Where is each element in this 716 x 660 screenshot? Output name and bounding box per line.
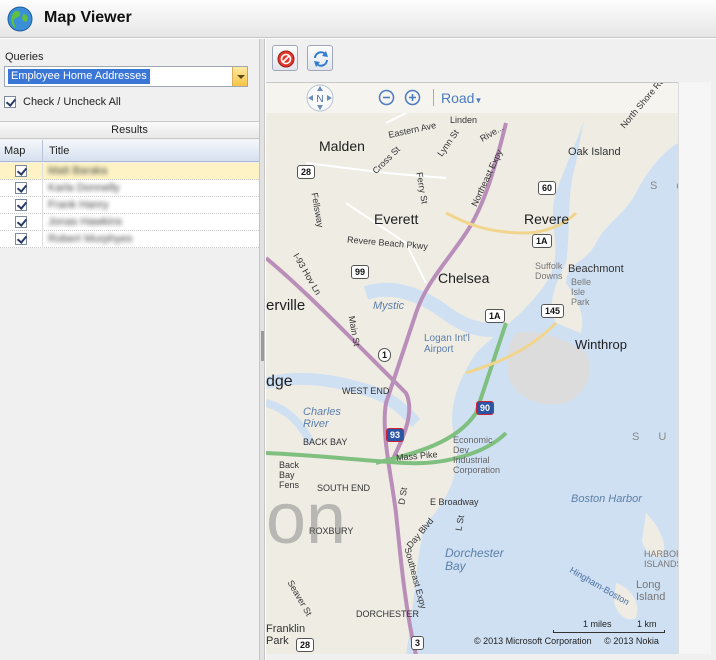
interstate-shield: 90 xyxy=(476,401,495,415)
map-side-strip xyxy=(678,82,711,654)
map-watermark: on xyxy=(266,479,347,559)
queries-selected-value: Employee Home Addresses xyxy=(8,69,150,84)
route-shield: 1A xyxy=(485,309,505,323)
panel-splitter[interactable] xyxy=(260,39,265,660)
map-label: Logan Int'l Airport xyxy=(424,333,470,355)
route-shield: 3 xyxy=(411,636,425,650)
route-shield: 99 xyxy=(351,265,370,279)
map-label: Long Island xyxy=(636,579,666,604)
splitter-grip-icon[interactable] xyxy=(261,331,264,361)
map-label: Linden xyxy=(450,115,478,125)
map-navigation-bar: N Road▼ xyxy=(266,83,678,113)
map-copyright: © 2013 Microsoft Corporation © 2013 Noki… xyxy=(474,636,659,646)
queries-label: Queries xyxy=(5,51,44,63)
column-divider[interactable] xyxy=(42,140,43,162)
zoom-out-icon[interactable] xyxy=(378,89,395,106)
map-type-label: Road xyxy=(441,90,475,106)
route-shield: 28 xyxy=(297,165,316,179)
left-panel: Queries Employee Home Addresses Check / … xyxy=(0,39,260,660)
controls-divider xyxy=(433,89,434,106)
route-shield: 1A xyxy=(532,234,552,248)
map-label: Charles River xyxy=(303,406,341,431)
map-type-selector[interactable]: Road▼ xyxy=(441,90,482,106)
row-map-checkbox[interactable] xyxy=(15,165,27,177)
map-scale: 1 miles 1 km xyxy=(553,619,673,633)
table-row[interactable]: Frank Hanry xyxy=(0,197,259,214)
cell-divider xyxy=(42,180,43,197)
refresh-map-button[interactable] xyxy=(307,45,333,71)
map-label: dge xyxy=(266,373,293,390)
cell-divider xyxy=(42,197,43,214)
route-shield: 145 xyxy=(541,304,565,318)
scale-bar xyxy=(553,630,665,633)
row-title: Jonas Hawkins xyxy=(48,216,122,228)
row-map-checkbox[interactable] xyxy=(15,182,27,194)
map-label: Everett xyxy=(374,211,419,227)
map-canvas[interactable]: N Road▼ Malden Everett Revere Chelsea Wi… xyxy=(266,82,678,654)
column-header-map[interactable]: Map xyxy=(4,145,25,157)
scale-miles-label: 1 miles xyxy=(583,619,612,629)
cell-divider xyxy=(42,214,43,231)
map-label: S o xyxy=(650,180,678,192)
map-panel: N Road▼ Malden Everett Revere Chelsea Wi… xyxy=(266,39,716,660)
chevron-down-icon: ▼ xyxy=(474,96,483,105)
map-label: erville xyxy=(266,297,306,314)
map-label: E Broadway xyxy=(430,497,479,507)
pan-north-label: N xyxy=(316,94,323,105)
map-label: BACK BAY xyxy=(303,437,348,447)
table-row[interactable]: Karla Donnelly xyxy=(0,180,259,197)
map-label: Belle Isle Park xyxy=(571,277,592,307)
route-shield: 28 xyxy=(296,638,315,652)
zoom-in-icon[interactable] xyxy=(404,89,421,106)
map-label: Beachmont xyxy=(568,263,624,275)
queries-dropdown[interactable]: Employee Home Addresses xyxy=(4,66,248,87)
results-grid-header: Map Title xyxy=(0,140,259,162)
map-label: DORCHESTER xyxy=(356,609,420,619)
refresh-icon xyxy=(314,51,328,67)
chevron-down-icon[interactable] xyxy=(232,67,247,86)
row-title: Frank Hanry xyxy=(48,199,109,211)
map-label: S U F xyxy=(632,431,678,443)
cell-divider xyxy=(42,231,43,248)
map-label: Winthrop xyxy=(575,337,628,352)
column-header-title[interactable]: Title xyxy=(49,145,69,157)
table-row[interactable]: Jonas Hawkins xyxy=(0,214,259,231)
clear-icon xyxy=(277,50,295,68)
results-rows: Matt Baraka Karla Donnelly Frank Hanry J… xyxy=(0,163,259,248)
globe-icon xyxy=(6,5,34,33)
map-label: Oak Island xyxy=(568,146,621,158)
check-all-checkbox[interactable] xyxy=(4,96,16,109)
table-row[interactable]: Matt Baraka xyxy=(0,163,259,180)
map-label: Economic Dev Industrial Corporation xyxy=(453,435,501,475)
row-title: Karla Donnelly xyxy=(48,182,120,194)
map-label: Malden xyxy=(319,138,365,154)
clear-map-button[interactable] xyxy=(272,45,298,71)
row-map-checkbox[interactable] xyxy=(15,199,27,211)
title-bar: Map Viewer xyxy=(0,0,716,38)
map-label: Suffolk Downs xyxy=(535,261,563,281)
map-label: HARBOR ISLANDS xyxy=(644,549,678,569)
cell-divider xyxy=(42,163,43,180)
row-title: Robert Murphyes xyxy=(48,233,133,245)
check-all-toggle[interactable]: Check / Uncheck All xyxy=(4,96,121,110)
route-shield: 60 xyxy=(538,181,557,195)
pan-compass-icon[interactable]: N xyxy=(298,83,342,113)
interstate-shield: 93 xyxy=(386,428,405,442)
map-label: Mystic xyxy=(373,300,405,312)
check-all-label: Check / Uncheck All xyxy=(23,96,121,108)
row-map-checkbox[interactable] xyxy=(15,216,27,228)
map-label: Revere xyxy=(524,211,570,227)
app-title: Map Viewer xyxy=(44,9,132,26)
row-title: Matt Baraka xyxy=(48,165,108,177)
map-label: Boston Harbor xyxy=(571,493,642,505)
scale-km-label: 1 km xyxy=(637,619,657,629)
row-map-checkbox[interactable] xyxy=(15,233,27,245)
map-label: WEST END xyxy=(342,386,390,396)
table-row[interactable]: Robert Murphyes xyxy=(0,231,259,248)
route-shield: 1 xyxy=(378,348,392,362)
results-header: Results xyxy=(0,121,259,139)
map-label: Chelsea xyxy=(438,270,490,286)
map-label: Dorchester Bay xyxy=(445,546,504,574)
